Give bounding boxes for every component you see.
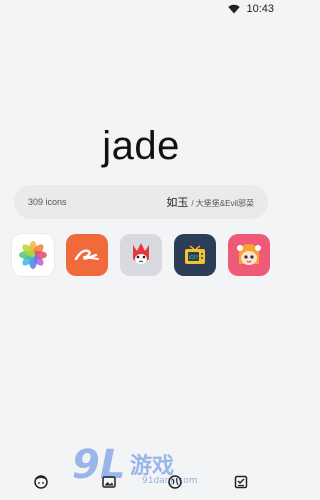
icon-pack-info-card[interactable]: 309 icons 如玉 / 大堡堡&Evil邪菜 (14, 185, 268, 219)
icon-count: 309 icons (28, 197, 67, 207)
image-icon[interactable] (101, 474, 117, 490)
status-bar: 10:43 (0, 0, 282, 18)
face-icon[interactable] (33, 474, 49, 490)
theme-title: jade (102, 124, 180, 168)
icon-preview-row: iQIY (12, 234, 270, 276)
globe-icon[interactable] (167, 474, 183, 490)
checklist-icon[interactable] (233, 474, 249, 490)
fox-icon[interactable] (120, 234, 162, 276)
svg-text:iQIY: iQIY (189, 255, 200, 261)
photos-icon[interactable] (12, 234, 54, 276)
bottom-nav (0, 470, 282, 494)
pack-name: 如玉 (166, 197, 189, 209)
iqiyi-tv-icon[interactable]: iQIY (174, 234, 216, 276)
anime-girl-icon[interactable] (228, 234, 270, 276)
pack-authors: / 大堡堡&Evil邪菜 (191, 199, 254, 208)
wifi-icon (228, 4, 241, 14)
status-time: 10:43 (246, 3, 274, 15)
alibaba-icon[interactable] (66, 234, 108, 276)
credit: 如玉 / 大堡堡&Evil邪菜 (166, 194, 254, 210)
